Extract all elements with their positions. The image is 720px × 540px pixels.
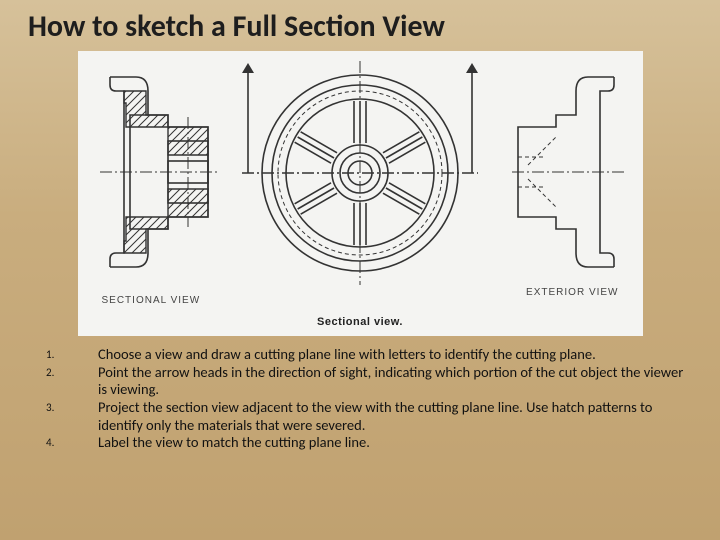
step-text: Choose a view and draw a cutting plane l…: [98, 346, 684, 364]
step-text: Project the section view adjacent to the…: [98, 399, 684, 434]
step-number: 4.: [46, 434, 98, 452]
step-number: 1.: [46, 346, 98, 364]
figure-caption: Sectional view.: [317, 316, 403, 328]
step-number: 2.: [46, 364, 98, 399]
page-title: How to sketch a Full Section View: [0, 0, 720, 51]
step-number: 3.: [46, 399, 98, 434]
step-text: Point the arrow heads in the direction o…: [98, 364, 684, 399]
figure-container: SECTIONAL VIEW EXTERIOR VIEW Sectional v…: [78, 51, 643, 336]
sectional-view-label: SECTIONAL VIEW: [102, 295, 201, 306]
exterior-view-label: EXTERIOR VIEW: [526, 287, 618, 298]
steps-list: 1. Choose a view and draw a cutting plan…: [0, 342, 720, 452]
step-text: Label the view to match the cutting plan…: [98, 434, 684, 452]
